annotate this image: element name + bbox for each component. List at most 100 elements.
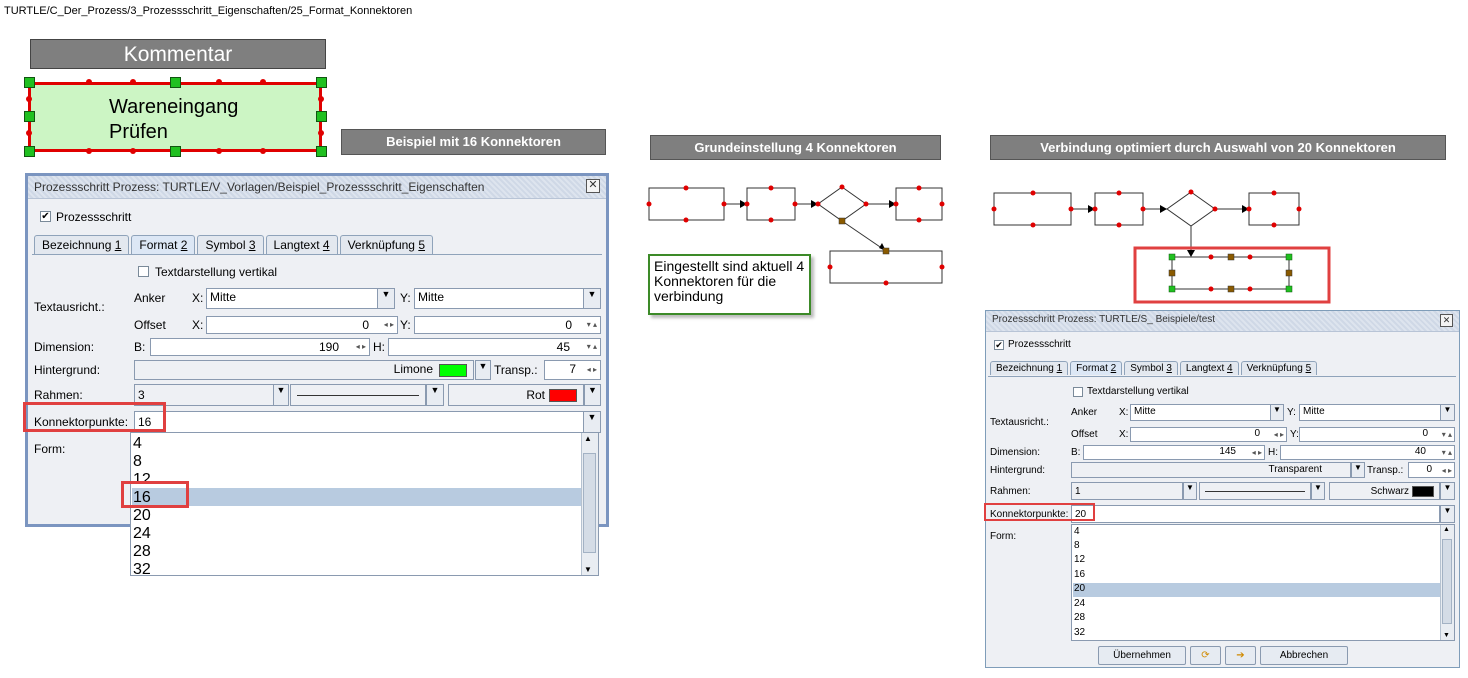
chevron-down-icon[interactable]: ▼ xyxy=(583,411,601,433)
option-item[interactable]: 12 xyxy=(1074,554,1085,565)
chevron-down-icon[interactable]: ▼ xyxy=(1183,482,1197,500)
option-item[interactable]: 4 xyxy=(1074,526,1080,537)
dimension-label: Dimension: xyxy=(34,340,95,354)
cancel-button[interactable]: Abbrechen xyxy=(1260,646,1348,665)
konnektor-options-list-1[interactable]: 4 8 12 16 20 24 28 32 ▲ ▼ xyxy=(130,432,599,576)
background-color-select[interactable]: Limone xyxy=(134,360,474,380)
konnektor-select[interactable]: 20 xyxy=(1071,505,1440,523)
vertical-text-checkbox[interactable] xyxy=(1073,387,1083,397)
forward-icon[interactable]: ➔ xyxy=(1225,646,1256,665)
anker-x-label: X: xyxy=(192,291,204,305)
spinner-icon: ◂ ▸ xyxy=(1251,448,1262,457)
chevron-down-icon[interactable]: ▼ xyxy=(1440,404,1455,421)
chevron-down-icon[interactable]: ▼ xyxy=(377,288,395,309)
option-item[interactable]: 28 xyxy=(1074,612,1085,623)
tab-panel xyxy=(988,376,1456,377)
option-item[interactable]: 16 xyxy=(1074,569,1085,580)
scroll-up-icon: ▲ xyxy=(1443,526,1450,533)
prozessschritt-checkbox[interactable]: ✔ xyxy=(994,340,1004,350)
chevron-down-icon[interactable]: ▼ xyxy=(1440,482,1455,500)
transparency-field[interactable]: 7 ◂ ▸ xyxy=(544,360,601,380)
vertical-text-checkbox[interactable] xyxy=(138,266,149,277)
width-field[interactable]: 145 ◂ ▸ xyxy=(1083,445,1265,460)
offset-y-field[interactable]: 0 ▾ ▴ xyxy=(414,316,601,334)
option-item[interactable]: 8 xyxy=(1074,540,1080,551)
arrow-icon xyxy=(1187,250,1195,257)
process-step-shape[interactable]: Wareneingang Prüfen xyxy=(28,82,322,152)
offset-y-field[interactable]: 0 ▾ ▴ xyxy=(1299,427,1455,442)
anker-label: Anker xyxy=(134,291,166,305)
chevron-down-icon[interactable]: ▼ xyxy=(1351,462,1365,478)
konnektor-options-list-2[interactable]: 4 8 12 16 20 24 28 32 ▲ ▼ xyxy=(1071,524,1455,641)
resize-handle[interactable] xyxy=(24,77,35,88)
active-connector-point xyxy=(838,217,846,225)
tab-symbol[interactable]: Symbol 3 xyxy=(197,235,264,254)
resize-handle[interactable] xyxy=(316,146,327,157)
option-item[interactable]: 28 xyxy=(133,543,151,561)
option-item[interactable]: 24 xyxy=(133,525,151,543)
chevron-down-icon[interactable]: ▼ xyxy=(273,384,289,406)
border-color-select[interactable]: Schwarz xyxy=(1329,482,1440,500)
chevron-down-icon[interactable]: ▼ xyxy=(475,360,491,380)
tab-bezeichnung[interactable]: Bezeichnung 1 xyxy=(990,361,1069,375)
dialog-titlebar[interactable]: Prozessschritt Prozess: TURTLE/S_ Beispi… xyxy=(986,311,1459,332)
chevron-down-icon[interactable]: ▼ xyxy=(1311,482,1325,500)
height-field[interactable]: 40 ▾ ▴ xyxy=(1280,445,1455,460)
option-item[interactable]: 20 xyxy=(133,507,151,525)
chevron-down-icon[interactable]: ▼ xyxy=(584,384,601,406)
anker-y-select[interactable]: Mitte xyxy=(414,288,601,309)
chevron-down-icon[interactable]: ▼ xyxy=(583,288,601,309)
option-item[interactable]: 8 xyxy=(133,453,142,471)
border-style-select[interactable] xyxy=(290,384,426,406)
scrollbar[interactable]: ▲ ▼ xyxy=(1440,525,1454,640)
offset-x-field[interactable]: 0 ◂ ▸ xyxy=(1130,427,1287,442)
background-color-select[interactable]: Transparent xyxy=(1071,462,1351,478)
connector-point xyxy=(86,148,92,154)
chevron-down-icon[interactable]: ▼ xyxy=(426,384,444,406)
tab-format[interactable]: Format 2 xyxy=(1070,361,1123,375)
close-icon[interactable]: ✕ xyxy=(586,179,600,193)
resize-handle[interactable] xyxy=(170,77,181,88)
border-color-select[interactable]: Rot xyxy=(448,384,584,406)
tab-bezeichnung[interactable]: Bezeichnung 1 xyxy=(34,235,130,254)
chevron-down-icon[interactable]: ▼ xyxy=(1440,505,1455,523)
header-default-4: Grundeinstellung 4 Konnektoren xyxy=(650,135,941,160)
scrollbar[interactable]: ▲ ▼ xyxy=(581,433,598,575)
resize-handle[interactable] xyxy=(24,146,35,157)
resize-handle[interactable] xyxy=(316,77,327,88)
close-icon[interactable]: ✕ xyxy=(1440,314,1453,327)
resize-handle[interactable] xyxy=(170,146,181,157)
resize-handle[interactable] xyxy=(24,111,35,122)
spinner-icon: ▾ ▴ xyxy=(1441,448,1452,457)
option-item[interactable]: 20 xyxy=(1074,583,1085,594)
tab-verknuepfung[interactable]: Verknüpfung 5 xyxy=(339,235,434,254)
comment-label: Kommentar xyxy=(30,39,326,69)
dialog-titlebar[interactable]: Prozessschritt Prozess: TURTLE/V_Vorlage… xyxy=(28,176,606,199)
option-item[interactable]: 32 xyxy=(133,561,151,575)
offset-label: Offset xyxy=(134,318,166,332)
apply-button[interactable]: Übernehmen xyxy=(1098,646,1186,665)
konnektor-select[interactable]: 16 xyxy=(134,411,601,433)
tab-langtext[interactable]: Langtext 4 xyxy=(265,235,338,254)
transparency-field[interactable]: 0 ◂ ▸ xyxy=(1408,462,1455,478)
offset-x-field[interactable]: 0 ◂ ▸ xyxy=(206,316,398,334)
tab-langtext[interactable]: Langtext 4 xyxy=(1179,361,1239,375)
border-style-select[interactable] xyxy=(1199,482,1311,500)
tab-format[interactable]: Format 2 xyxy=(131,235,196,254)
resize-handle[interactable] xyxy=(316,111,327,122)
option-item[interactable]: 24 xyxy=(1074,598,1085,609)
tab-verknuepfung[interactable]: Verknüpfung 5 xyxy=(1240,361,1318,375)
transp-label: Transp.: xyxy=(494,363,538,377)
width-field[interactable]: 190 ◂ ▸ xyxy=(150,338,370,356)
height-field[interactable]: 45 ▾ ▴ xyxy=(388,338,601,356)
tab-symbol[interactable]: Symbol 3 xyxy=(1124,361,1178,375)
border-width-select[interactable]: 1 xyxy=(1071,482,1183,500)
option-item[interactable]: 4 xyxy=(133,435,142,453)
anker-x-select[interactable]: Mitte xyxy=(1130,404,1271,421)
option-item[interactable]: 32 xyxy=(1074,627,1085,638)
prozessschritt-checkbox[interactable]: ✔ xyxy=(40,211,51,222)
chevron-down-icon[interactable]: ▼ xyxy=(1270,404,1284,421)
anker-x-select[interactable]: Mitte xyxy=(206,288,395,309)
refresh-icon[interactable]: ⟳ xyxy=(1190,646,1221,665)
anker-y-select[interactable]: Mitte xyxy=(1299,404,1441,421)
